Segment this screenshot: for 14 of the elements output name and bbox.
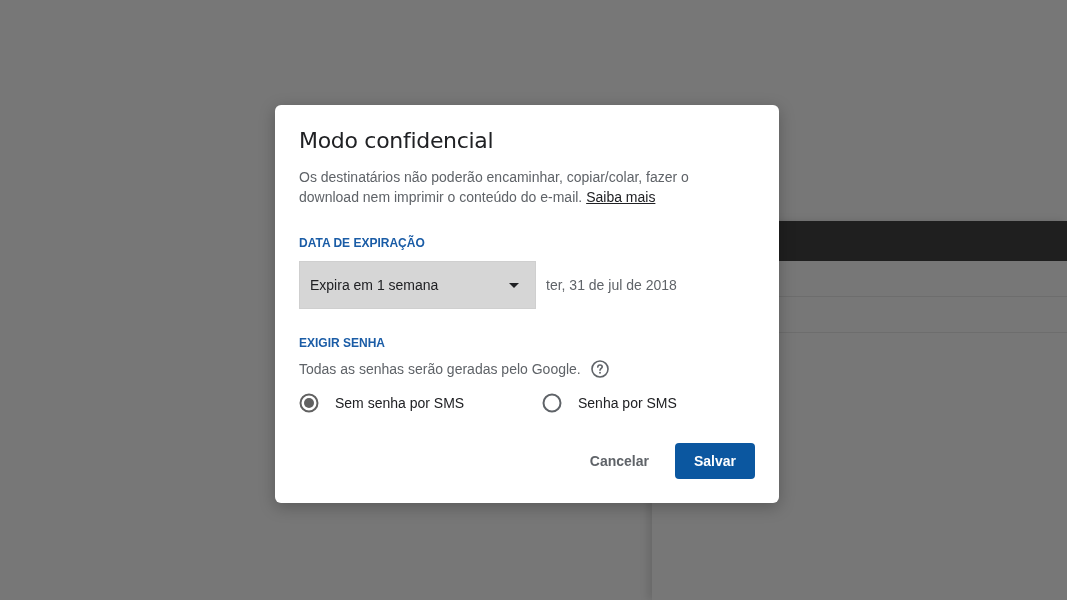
- dialog-title: Modo confidencial: [299, 127, 494, 155]
- expiration-dropdown[interactable]: Expira em 1 semana: [299, 261, 536, 309]
- radio-option[interactable]: Sem senha por SMS: [299, 393, 542, 413]
- section-label: EXIGIR SENHA: [299, 335, 385, 351]
- expiration-date: ter, 31 de jul de 2018: [546, 277, 677, 293]
- password-note: Todas as senhas serão geradas pelo Google.: [299, 360, 581, 379]
- radio-option[interactable]: Senha por SMS: [542, 393, 677, 413]
- help-icon[interactable]: [590, 360, 609, 378]
- cancel-button[interactable]: Cancelar: [571, 443, 667, 479]
- section-label: DATA DE EXPIRAÇÃO: [299, 235, 425, 251]
- learn-more-link[interactable]: Saiba mais: [586, 189, 656, 205]
- caret-icon: [509, 282, 519, 288]
- save-button[interactable]: Salvar: [675, 443, 755, 479]
- description-text: Os destinatários não poderão encaminhar, copiar/colar, fazer o download nem imprimir o conteúdo do e-mail. Saiba mais: [299, 168, 690, 207]
